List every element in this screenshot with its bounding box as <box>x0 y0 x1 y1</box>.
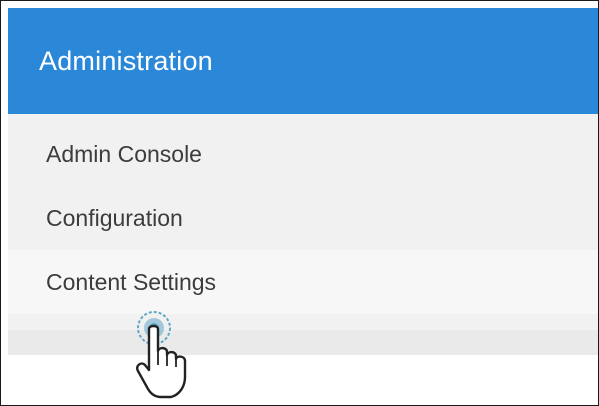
menu-header: Administration <box>8 8 598 114</box>
menu-header-title: Administration <box>39 45 213 76</box>
menu-item-label: Admin Console <box>46 140 202 167</box>
menu-item-label: Content Settings <box>46 268 217 295</box>
menu-item-content-settings[interactable]: Content Settings <box>8 250 598 314</box>
administration-menu: Administration Admin Console Configurati… <box>8 8 598 355</box>
menu-item-configuration[interactable]: Configuration <box>8 186 598 250</box>
menu-item-label: Configuration <box>46 204 183 231</box>
menu-item-admin-console[interactable]: Admin Console <box>8 122 598 186</box>
menu-bottom-strip <box>8 330 598 355</box>
screenshot-frame: Administration Admin Console Configurati… <box>0 0 599 406</box>
